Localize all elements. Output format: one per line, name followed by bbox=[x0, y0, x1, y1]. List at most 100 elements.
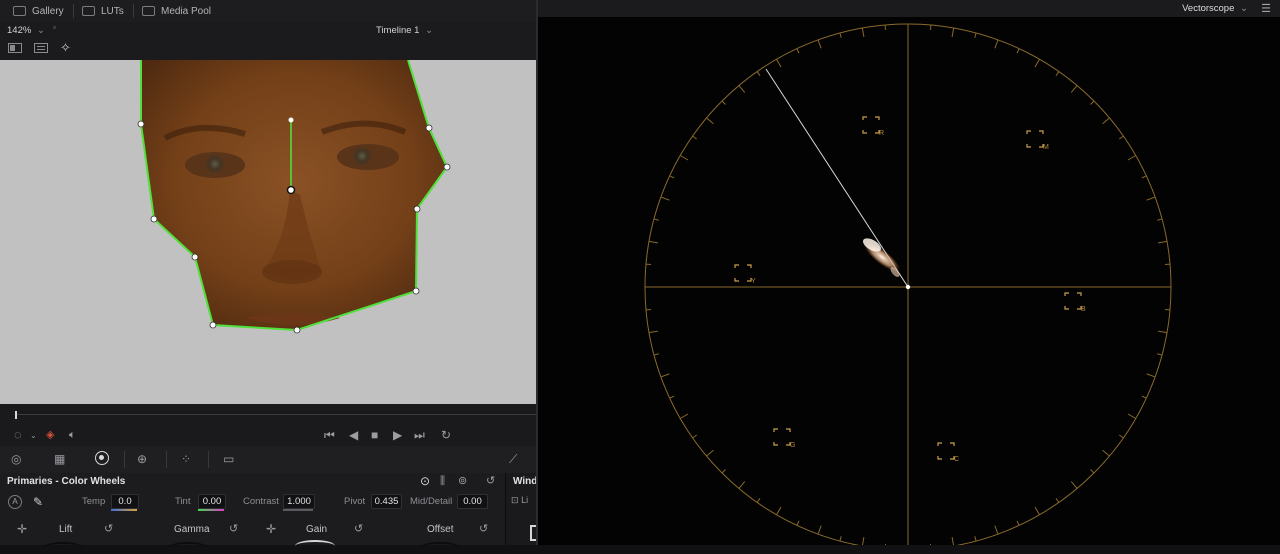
log-mode-icon[interactable]: ⊚ bbox=[458, 474, 467, 488]
gamma-reset-icon[interactable]: ↺ bbox=[229, 522, 238, 536]
target-m: M bbox=[1027, 131, 1049, 151]
jump-end-icon[interactable]: ⏭︎ bbox=[414, 428, 425, 442]
gain-wheel[interactable] bbox=[295, 540, 335, 552]
color-wheels-icon[interactable] bbox=[95, 451, 109, 465]
window-point[interactable] bbox=[426, 125, 432, 131]
offset-wheel[interactable] bbox=[420, 542, 460, 554]
pivot-label: Pivot bbox=[344, 495, 365, 508]
window-point[interactable] bbox=[294, 327, 300, 333]
timeline-scrubber[interactable] bbox=[0, 404, 537, 424]
loop-icon[interactable]: ↻ bbox=[441, 428, 451, 442]
window-point[interactable] bbox=[414, 206, 420, 212]
zoom-dropdown[interactable]: 142% ⌄ bbox=[7, 25, 45, 36]
panel-divider[interactable] bbox=[536, 0, 538, 545]
play-icon[interactable]: ▶︎ bbox=[393, 428, 402, 442]
gallery-icon bbox=[13, 6, 26, 16]
lift-reset-icon[interactable]: ↺ bbox=[104, 522, 113, 536]
pivot-field[interactable]: 0.435 bbox=[371, 494, 402, 509]
wheels-mode-icon[interactable]: ⊙ bbox=[420, 474, 430, 488]
target-b: B bbox=[1065, 293, 1086, 313]
offset-reset-icon[interactable]: ↺ bbox=[479, 522, 488, 536]
tab-media-pool-label: Media Pool bbox=[161, 6, 211, 17]
camera-raw-icon[interactable]: ◎ bbox=[11, 452, 21, 466]
toolbar-divider bbox=[166, 451, 167, 468]
color-match-icon[interactable]: ▦ bbox=[54, 452, 65, 466]
target-y: Y bbox=[735, 265, 756, 285]
toolbar-divider bbox=[208, 451, 209, 468]
playhead[interactable] bbox=[15, 411, 17, 419]
svg-text:R: R bbox=[879, 130, 884, 137]
crosshair-icon[interactable]: ✛ bbox=[266, 522, 276, 536]
play-reverse-icon[interactable]: ◀︎ bbox=[349, 428, 358, 442]
center-handle[interactable] bbox=[288, 187, 295, 194]
color-targets: RMBCGY bbox=[735, 117, 1086, 463]
lift-label: Lift bbox=[59, 524, 72, 535]
tab-separator bbox=[73, 4, 74, 18]
motion-effects-icon[interactable]: ▭ bbox=[223, 452, 234, 466]
target-r: R bbox=[863, 117, 884, 137]
viewer-header: 142% ⌄ Timeline 1 ⌄ bbox=[0, 22, 537, 39]
magic-wand-icon[interactable]: ✧ bbox=[60, 40, 71, 56]
rgb-mixer-icon[interactable]: ⁘ bbox=[181, 452, 191, 466]
scope-header: Vectorscope ⌄ ☰ bbox=[537, 0, 1280, 17]
gain-reset-icon[interactable]: ↺ bbox=[354, 522, 363, 536]
stop-icon[interactable]: ■ bbox=[371, 428, 378, 442]
linear-window-item[interactable]: ⊡ Li bbox=[511, 495, 528, 506]
offset-label: Offset bbox=[427, 524, 454, 535]
auto-balance-icon[interactable]: A bbox=[8, 495, 22, 509]
crosshair-icon[interactable]: ✛ bbox=[17, 522, 27, 536]
window-point[interactable] bbox=[192, 254, 198, 260]
zoom-value: 142% bbox=[7, 25, 31, 36]
hdr-wheels-icon[interactable]: ⊕ bbox=[137, 452, 147, 466]
video-viewer[interactable] bbox=[0, 60, 537, 404]
window-point[interactable] bbox=[151, 216, 157, 222]
middetail-label: Mid/Detail bbox=[410, 495, 452, 508]
curves-icon[interactable]: ⟋ bbox=[509, 452, 517, 466]
window-point[interactable] bbox=[444, 164, 450, 170]
softness-handle[interactable] bbox=[289, 118, 294, 123]
contrast-field[interactable]: 1.000 bbox=[283, 494, 315, 509]
tab-gallery[interactable]: Gallery bbox=[13, 0, 64, 22]
timeline-name: Timeline 1 bbox=[376, 25, 419, 36]
temp-label: Temp bbox=[82, 495, 105, 508]
middetail-field[interactable]: 0.00 bbox=[457, 494, 488, 509]
tint-field[interactable]: 0.00 bbox=[198, 494, 226, 509]
svg-text:G: G bbox=[790, 442, 795, 449]
tab-media-pool[interactable]: Media Pool bbox=[142, 0, 211, 22]
speaker-icon[interactable]: 🔈︎ bbox=[69, 428, 76, 442]
split-view-icon[interactable] bbox=[34, 43, 48, 53]
window-point[interactable] bbox=[413, 288, 419, 294]
window-panel: Windo ⊡ Li bbox=[505, 473, 538, 545]
svg-text:Y: Y bbox=[751, 278, 756, 285]
jump-start-icon[interactable]: ⏮︎ bbox=[324, 428, 335, 442]
gamma-label: Gamma bbox=[174, 524, 210, 535]
layers-icon[interactable]: ◈ bbox=[46, 428, 54, 442]
tint-label: Tint bbox=[175, 495, 190, 508]
window-point[interactable] bbox=[138, 121, 144, 127]
scope-type-dropdown[interactable]: Vectorscope ⌄ bbox=[1182, 3, 1248, 14]
reset-icon[interactable]: ↺ bbox=[486, 474, 495, 488]
gamma-wheel[interactable] bbox=[168, 542, 208, 554]
scrub-track bbox=[17, 414, 537, 415]
temp-field[interactable]: 0.0 bbox=[111, 494, 139, 509]
contrast-slider[interactable] bbox=[283, 509, 313, 511]
square-icon: ⊡ bbox=[511, 495, 519, 505]
svg-text:M: M bbox=[1043, 144, 1049, 151]
temp-slider[interactable] bbox=[111, 509, 137, 511]
bars-mode-icon[interactable]: ⫼ bbox=[440, 474, 445, 488]
window-point[interactable] bbox=[210, 322, 216, 328]
scope-settings-icon[interactable]: ☰ bbox=[1261, 2, 1271, 15]
primaries-title: Primaries - Color Wheels bbox=[7, 476, 125, 487]
scope-type-label: Vectorscope bbox=[1182, 3, 1234, 14]
face-image bbox=[141, 60, 447, 330]
tab-luts[interactable]: LUTs bbox=[82, 0, 124, 22]
single-view-icon[interactable] bbox=[8, 43, 22, 53]
eyedropper-icon[interactable]: ✎ bbox=[33, 495, 43, 509]
lift-wheel[interactable] bbox=[43, 542, 83, 554]
tab-separator bbox=[133, 4, 134, 18]
timeline-dropdown[interactable]: Timeline 1 ⌄ bbox=[376, 25, 433, 36]
tint-slider[interactable] bbox=[198, 509, 224, 511]
chevron-down-icon[interactable]: ⌄ bbox=[30, 429, 37, 443]
highlight-mode-icon[interactable]: ◌ bbox=[14, 428, 22, 442]
contrast-label: Contrast bbox=[243, 495, 279, 508]
